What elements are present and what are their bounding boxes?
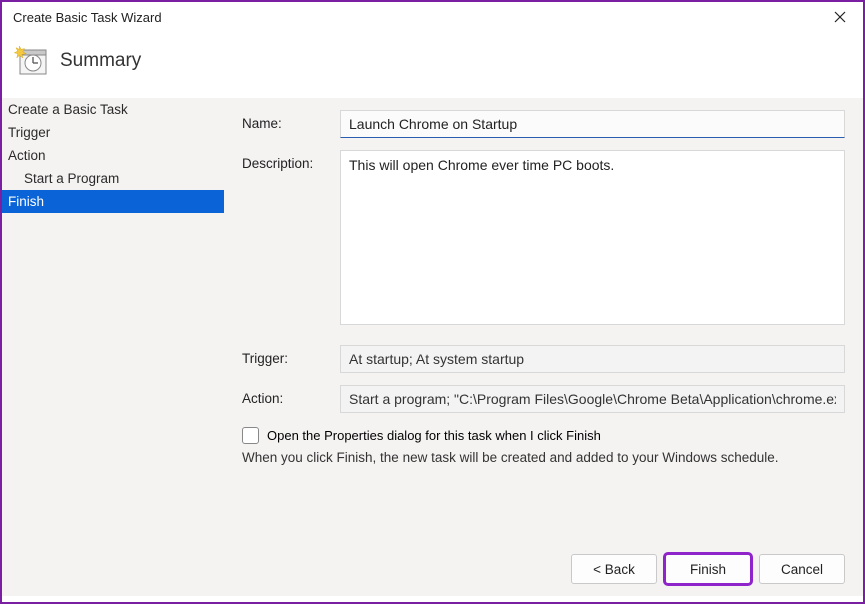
sidebar-item-start-program[interactable]: Start a Program (2, 167, 224, 190)
open-properties-checkbox[interactable] (242, 427, 259, 444)
info-text: When you click Finish, the new task will… (242, 450, 845, 465)
finish-button[interactable]: Finish (665, 554, 751, 584)
open-properties-label: Open the Properties dialog for this task… (267, 428, 601, 443)
name-label: Name: (242, 110, 340, 131)
button-bar: < Back Finish Cancel (571, 554, 845, 584)
sidebar: Create a Basic Task Trigger Action Start… (2, 98, 224, 596)
open-properties-row: Open the Properties dialog for this task… (242, 427, 845, 444)
trigger-label: Trigger: (242, 345, 340, 366)
sidebar-item-label: Action (8, 148, 46, 163)
trigger-row: Trigger: (242, 345, 845, 373)
wizard-clock-icon (14, 46, 46, 76)
description-input[interactable] (340, 150, 845, 325)
close-button[interactable] (823, 4, 857, 30)
sidebar-item-label: Finish (8, 194, 44, 209)
main-area: Create a Basic Task Trigger Action Start… (2, 98, 863, 596)
description-row: Description: (242, 150, 845, 325)
sidebar-item-label: Trigger (8, 125, 50, 140)
sidebar-item-trigger[interactable]: Trigger (2, 121, 224, 144)
close-icon (834, 11, 846, 23)
back-button[interactable]: < Back (571, 554, 657, 584)
action-label: Action: (242, 385, 340, 406)
cancel-button[interactable]: Cancel (759, 554, 845, 584)
description-label: Description: (242, 150, 340, 171)
titlebar: Create Basic Task Wizard (2, 2, 863, 32)
sidebar-item-label: Start a Program (24, 171, 119, 186)
sidebar-item-action[interactable]: Action (2, 144, 224, 167)
header: Summary (2, 32, 863, 98)
action-value (340, 385, 845, 413)
name-input[interactable] (340, 110, 845, 138)
sidebar-item-label: Create a Basic Task (8, 102, 128, 117)
page-title: Summary (60, 50, 141, 72)
window-title: Create Basic Task Wizard (10, 10, 162, 25)
sidebar-item-finish[interactable]: Finish (2, 190, 224, 213)
action-row: Action: (242, 385, 845, 413)
sidebar-item-create-task[interactable]: Create a Basic Task (2, 98, 224, 121)
name-row: Name: (242, 110, 845, 138)
content-panel: Name: Description: Trigger: Action: Open… (224, 98, 863, 596)
trigger-value (340, 345, 845, 373)
